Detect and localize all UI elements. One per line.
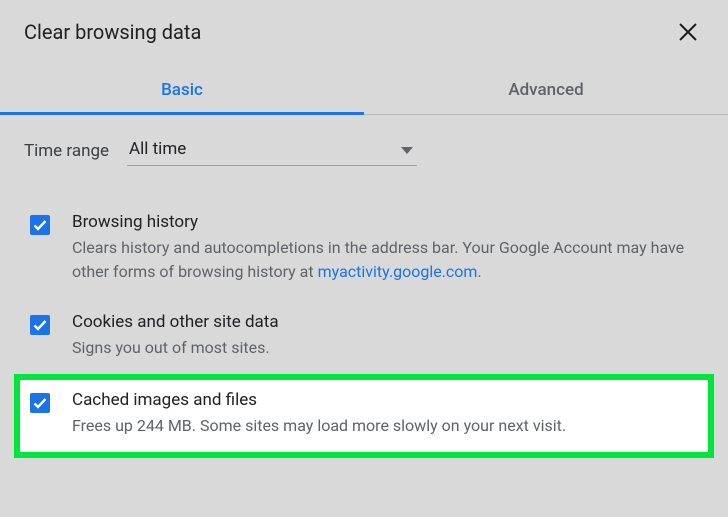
time-range-label: Time range xyxy=(24,141,109,161)
option-cached: Cached images and files Frees up 244 MB.… xyxy=(14,374,714,458)
dialog-title: Clear browsing data xyxy=(24,20,201,44)
time-range-row: Time range All time xyxy=(24,135,704,166)
dialog-header: Clear browsing data xyxy=(0,0,728,48)
option-text: Cookies and other site data Signs you ou… xyxy=(72,312,694,360)
option-desc: Clears history and autocompletions in th… xyxy=(72,236,694,284)
tabs: Basic Advanced xyxy=(0,66,728,115)
checkbox-browsing-history[interactable] xyxy=(30,215,50,235)
options-list: Browsing history Clears history and auto… xyxy=(24,198,704,458)
close-icon xyxy=(678,22,698,42)
tab-basic[interactable]: Basic xyxy=(0,66,364,114)
time-range-select[interactable]: All time xyxy=(127,135,417,166)
checkbox-cookies[interactable] xyxy=(30,315,50,335)
myactivity-link[interactable]: myactivity.google.com xyxy=(318,262,478,281)
checkmark-icon xyxy=(32,317,48,333)
option-title: Cookies and other site data xyxy=(72,312,694,332)
option-text: Cached images and files Frees up 244 MB.… xyxy=(72,390,694,438)
close-button[interactable] xyxy=(672,16,704,48)
option-browsing-history: Browsing history Clears history and auto… xyxy=(24,198,704,298)
checkbox-cached[interactable] xyxy=(30,393,50,413)
tab-advanced[interactable]: Advanced xyxy=(364,66,728,114)
option-title: Browsing history xyxy=(72,212,694,232)
option-desc: Signs you out of most sites. xyxy=(72,336,694,360)
option-title: Cached images and files xyxy=(72,390,694,410)
chevron-down-icon xyxy=(401,140,413,159)
time-range-value: All time xyxy=(129,139,186,159)
option-cookies: Cookies and other site data Signs you ou… xyxy=(24,298,704,374)
checkmark-icon xyxy=(32,395,48,411)
option-desc-suffix: . xyxy=(477,262,481,281)
checkmark-icon xyxy=(32,217,48,233)
dialog-content: Time range All time Browsing history Cle… xyxy=(0,115,728,458)
option-text: Browsing history Clears history and auto… xyxy=(72,212,694,284)
clear-browsing-data-dialog: Clear browsing data Basic Advanced Time … xyxy=(0,0,728,517)
option-desc: Frees up 244 MB. Some sites may load mor… xyxy=(72,414,694,438)
